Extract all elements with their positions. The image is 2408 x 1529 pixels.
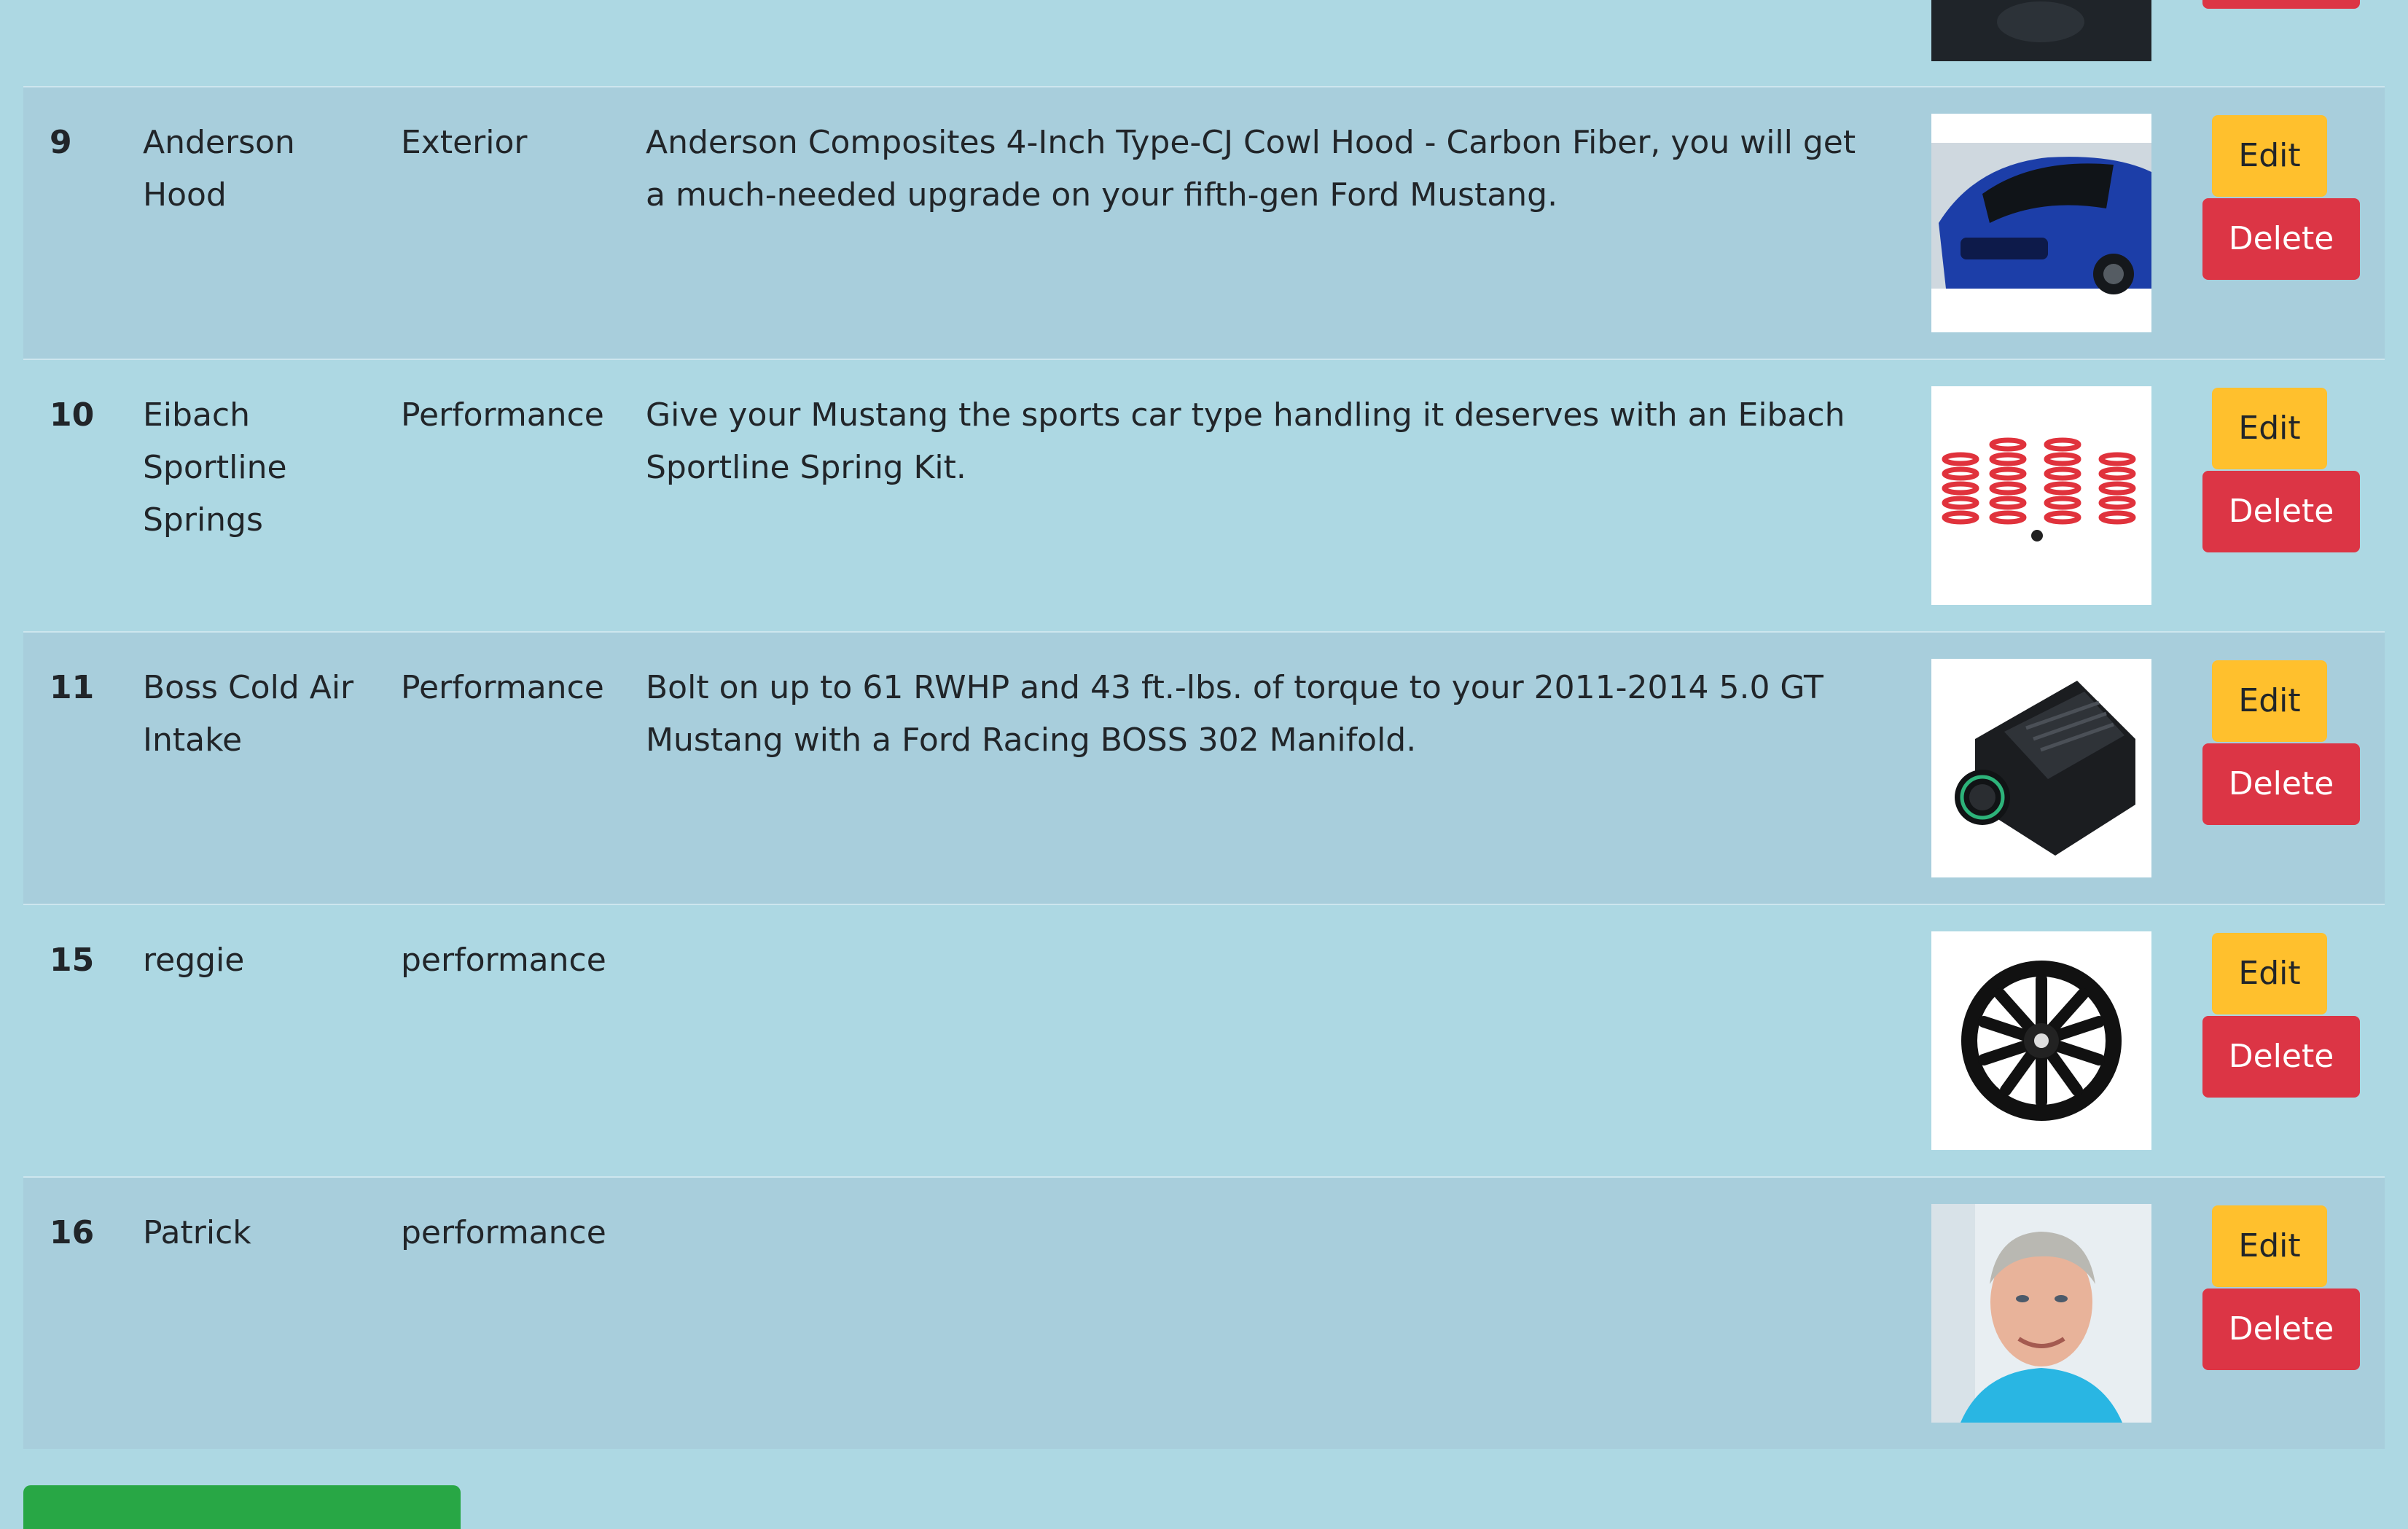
part-description: Bolt on up to 61 RWHP and 43 ft.-lbs. of…: [646, 669, 1823, 759]
part-description: Anderson Composites 4-Inch Type-CJ Cowl …: [646, 124, 1856, 214]
part-id: 11: [50, 669, 95, 706]
part-category: Performance: [401, 396, 604, 434]
table-row: 16 Patrick performance Edit Delete: [23, 1176, 2385, 1449]
edit-button[interactable]: Edit: [2212, 388, 2327, 469]
delete-button[interactable]: [2202, 0, 2360, 9]
black-wheel-image: [1931, 931, 2151, 1150]
part-name: Patrick: [143, 1214, 251, 1251]
part-id: 15: [50, 942, 95, 979]
delete-button[interactable]: Delete: [2202, 1288, 2360, 1370]
table-row: 11 Boss Cold Air Intake Performance Bolt…: [23, 631, 2385, 904]
part-category: Performance: [401, 669, 604, 706]
table-row: 15 reggie performance Edit Delete: [23, 904, 2385, 1176]
edit-button[interactable]: Edit: [2212, 660, 2327, 742]
red-springs-image: [1931, 386, 2151, 605]
table-row-partial: [23, 0, 2385, 86]
part-id: 16: [50, 1214, 95, 1251]
edit-button[interactable]: Edit: [2212, 115, 2327, 197]
part-category: performance: [401, 1214, 606, 1251]
part-name: reggie: [143, 942, 245, 979]
part-name: Anderson Hood: [143, 124, 295, 214]
edit-button[interactable]: Edit: [2212, 933, 2327, 1014]
table-row: 9 Anderson Hood Exterior Anderson Compos…: [23, 86, 2385, 359]
edit-button[interactable]: Edit: [2212, 1205, 2327, 1287]
part-id: 9: [50, 124, 72, 161]
add-part-button[interactable]: [23, 1485, 461, 1529]
part-id: 10: [50, 396, 95, 434]
part-description: Give your Mustang the sports car type ha…: [646, 396, 1845, 486]
delete-button[interactable]: Delete: [2202, 1016, 2360, 1098]
part-thumbnail: [1931, 0, 2151, 61]
blue-mustang-image: [1931, 114, 2151, 332]
parts-table: 9 Anderson Hood Exterior Anderson Compos…: [23, 0, 2385, 1449]
delete-button[interactable]: Delete: [2202, 743, 2360, 825]
intake-manifold-image: [1931, 659, 2151, 877]
part-category: Exterior: [401, 124, 528, 161]
part-category: performance: [401, 942, 606, 979]
table-row: 10 Eibach Sportline Springs Performance …: [23, 359, 2385, 631]
delete-button[interactable]: Delete: [2202, 198, 2360, 280]
delete-button[interactable]: Delete: [2202, 471, 2360, 552]
portrait-photo-image: [1931, 1204, 2151, 1423]
part-name: Eibach Sportline Springs: [143, 396, 287, 539]
part-name: Boss Cold Air Intake: [143, 669, 354, 759]
